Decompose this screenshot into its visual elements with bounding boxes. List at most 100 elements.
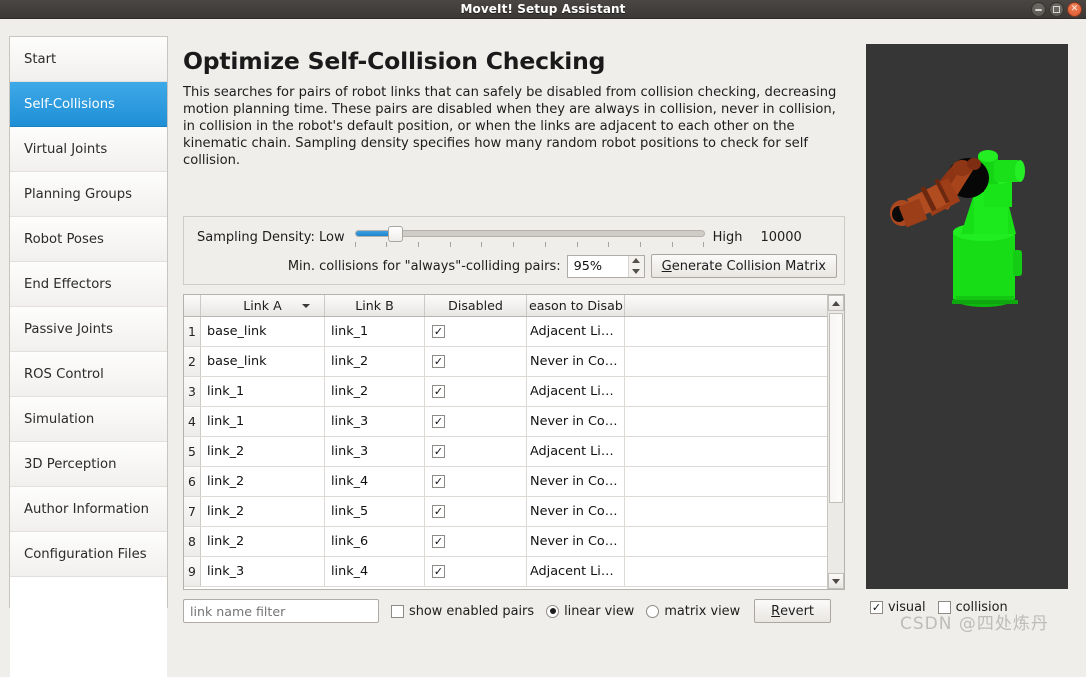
cell-link-a[interactable]: link_3 [201,557,325,586]
table-header-link-b[interactable]: Link B [325,295,425,316]
table-row[interactable]: 9 link_3 link_4 ✓ Adjacent Li… [184,557,829,587]
table-row[interactable]: 1 base_link link_1 ✓ Adjacent Li… [184,317,829,347]
slider-handle[interactable] [387,226,403,242]
cell-link-a[interactable]: link_1 [201,407,325,436]
checkbox-box[interactable] [937,600,951,614]
cell-disabled[interactable]: ✓ [425,527,527,556]
maximize-icon[interactable] [1049,2,1064,17]
cell-link-a[interactable]: link_1 [201,377,325,406]
table-header-disabled[interactable]: Disabled [425,295,527,316]
sampling-high-label: High [712,229,743,245]
sidebar-item-label: Configuration Files [24,546,147,562]
cell-link-a[interactable]: link_2 [201,437,325,466]
cell-link-b[interactable]: link_4 [325,467,425,496]
cell-reason[interactable]: Adjacent Li… [527,437,625,466]
close-icon[interactable]: ✕ [1067,2,1082,17]
radio-button[interactable] [646,604,660,618]
scroll-up-icon[interactable] [828,295,844,311]
disabled-checkbox[interactable]: ✓ [432,505,445,518]
cell-link-a[interactable]: base_link [201,317,325,346]
cell-link-b[interactable]: link_3 [325,437,425,466]
sidebar-item-virtual-joints[interactable]: Virtual Joints [10,127,167,172]
matrix-view-radio[interactable]: matrix view [646,604,740,619]
disabled-checkbox[interactable]: ✓ [432,385,445,398]
cell-disabled[interactable]: ✓ [425,377,527,406]
cell-link-b[interactable]: link_1 [325,317,425,346]
min-collisions-spinner[interactable]: 95% [566,254,645,278]
cell-link-b[interactable]: link_6 [325,527,425,556]
cell-link-a[interactable]: base_link [201,347,325,376]
collision-checkbox[interactable]: collision [937,600,1008,615]
linear-view-radio[interactable]: linear view [546,604,634,619]
spinner-arrows[interactable] [627,255,644,277]
cell-link-b[interactable]: link_2 [325,347,425,376]
radio-button[interactable] [546,604,560,618]
cell-link-a[interactable]: link_2 [201,497,325,526]
link-name-filter-input[interactable] [183,599,379,623]
cell-disabled[interactable]: ✓ [425,497,527,526]
spinner-down-icon[interactable] [632,268,641,274]
sidebar-item-ros-control[interactable]: ROS Control [10,352,167,397]
sidebar-item-start[interactable]: Start [10,37,167,82]
disabled-checkbox[interactable]: ✓ [432,325,445,338]
disabled-checkbox[interactable]: ✓ [432,415,445,428]
disabled-checkbox[interactable]: ✓ [432,535,445,548]
table-vertical-scrollbar[interactable] [827,295,844,589]
cell-link-b[interactable]: link_4 [325,557,425,586]
cell-reason[interactable]: Adjacent Li… [527,377,625,406]
visual-checkbox[interactable]: ✓ visual [870,600,926,615]
cell-link-b[interactable]: link_3 [325,407,425,436]
cell-link-b[interactable]: link_2 [325,377,425,406]
sampling-density-slider[interactable] [354,225,705,249]
sidebar-item-end-effectors[interactable]: End Effectors [10,262,167,307]
cell-disabled[interactable]: ✓ [425,557,527,586]
checkbox-box[interactable] [391,604,404,618]
cell-disabled[interactable]: ✓ [425,437,527,466]
table-row[interactable]: 4 link_1 link_3 ✓ Never in Co… [184,407,829,437]
cell-link-b[interactable]: link_5 [325,497,425,526]
table-row[interactable]: 3 link_1 link_2 ✓ Adjacent Li… [184,377,829,407]
cell-link-a[interactable]: link_2 [201,467,325,496]
cell-disabled[interactable]: ✓ [425,317,527,346]
disabled-checkbox[interactable]: ✓ [432,475,445,488]
table-row[interactable]: 5 link_2 link_3 ✓ Adjacent Li… [184,437,829,467]
sidebar-item-3d-perception[interactable]: 3D Perception [10,442,167,487]
sidebar-item-label: End Effectors [24,276,112,292]
cell-reason[interactable]: Never in Co… [527,527,625,556]
cell-disabled[interactable]: ✓ [425,467,527,496]
cell-reason[interactable]: Never in Co… [527,497,625,526]
disabled-checkbox[interactable]: ✓ [432,445,445,458]
table-row[interactable]: 8 link_2 link_6 ✓ Never in Co… [184,527,829,557]
sidebar-item-configuration-files[interactable]: Configuration Files [10,532,167,577]
sidebar-item-planning-groups[interactable]: Planning Groups [10,172,167,217]
table-row[interactable]: 7 link_2 link_5 ✓ Never in Co… [184,497,829,527]
minimize-icon[interactable] [1031,2,1046,17]
table-row[interactable]: 2 base_link link_2 ✓ Never in Co… [184,347,829,377]
scrollbar-thumb[interactable] [829,313,843,503]
cell-reason[interactable]: Never in Co… [527,347,625,376]
sidebar-item-passive-joints[interactable]: Passive Joints [10,307,167,352]
cell-reason[interactable]: Adjacent Li… [527,317,625,346]
spinner-up-icon[interactable] [632,258,641,264]
revert-button[interactable]: Revert [754,599,831,623]
sidebar-item-self-collisions[interactable]: Self-Collisions [10,82,167,127]
table-header-link-a[interactable]: Link A [201,295,325,316]
sidebar-item-simulation[interactable]: Simulation [10,397,167,442]
show-enabled-pairs-checkbox[interactable]: show enabled pairs [391,604,534,619]
robot-3d-viewport[interactable] [866,44,1068,589]
cell-link-a[interactable]: link_2 [201,527,325,556]
scroll-down-icon[interactable] [828,573,844,589]
disabled-checkbox[interactable]: ✓ [432,565,445,578]
sidebar-item-author-information[interactable]: Author Information [10,487,167,532]
cell-reason[interactable]: Adjacent Li… [527,557,625,586]
cell-disabled[interactable]: ✓ [425,347,527,376]
generate-collision-matrix-button[interactable]: Generate Collision Matrix [650,254,837,278]
cell-disabled[interactable]: ✓ [425,407,527,436]
table-row[interactable]: 6 link_2 link_4 ✓ Never in Co… [184,467,829,497]
cell-reason[interactable]: Never in Co… [527,467,625,496]
cell-reason[interactable]: Never in Co… [527,407,625,436]
checkbox-box[interactable]: ✓ [870,600,883,614]
table-header-reason-to-disable[interactable]: eason to Disab [527,295,625,316]
disabled-checkbox[interactable]: ✓ [432,355,445,368]
sidebar-item-robot-poses[interactable]: Robot Poses [10,217,167,262]
